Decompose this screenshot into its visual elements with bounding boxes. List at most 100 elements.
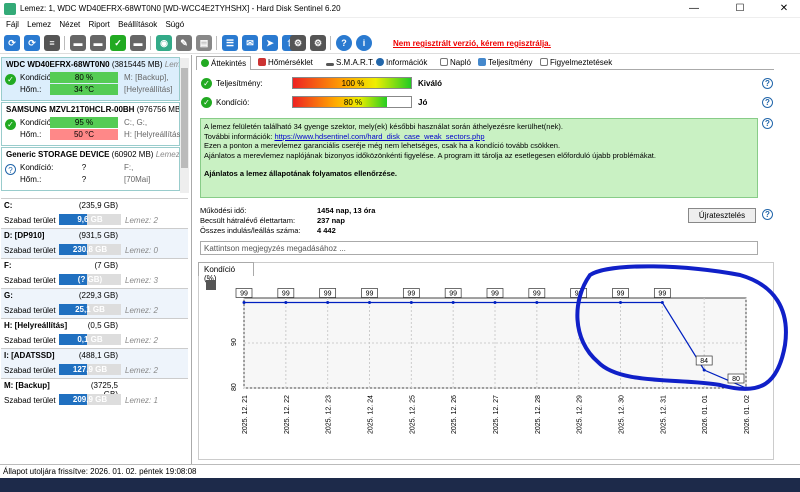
close-button[interactable]: ✕ — [772, 2, 796, 16]
menu-report[interactable]: Riport — [89, 18, 110, 32]
disk-test-icon[interactable]: ▬ — [130, 35, 146, 51]
tab-smart[interactable]: S.M.A.R.T. — [322, 56, 378, 70]
partition-size: (235,9 GB) — [78, 201, 118, 210]
menu-view[interactable]: Nézet — [59, 18, 80, 32]
condition-value: ? — [81, 163, 87, 172]
window-title: Lemez: 1, WDC WD40EFRX-68WT0N0 [WD-WCC4E… — [20, 4, 341, 13]
settings-icon[interactable]: ⚙ — [310, 35, 326, 51]
condition-label: Kondíció: — [216, 98, 250, 107]
menu-settings[interactable]: Beállítások — [118, 18, 157, 32]
menu-help[interactable]: Súgó — [165, 18, 184, 32]
tab-bar: Áttekintés Hőmérséklet S.M.A.R.T. Inform… — [196, 56, 774, 70]
x-tick-label: 2026. 01. 01 — [702, 395, 709, 434]
menu-disk[interactable]: Lemez — [27, 18, 51, 32]
disk-item[interactable]: WDC WD40EFRX-68WT0N0 (3815445 MB) Lem ✓ … — [1, 57, 180, 101]
info-line: További információk: https://www.hdsenti… — [204, 131, 485, 141]
free-space-bar: 25,1 GB — [59, 304, 121, 315]
tab-temperature[interactable]: Hőmérséklet — [254, 56, 317, 70]
partition-item[interactable]: G: (229,3 GB) Szabad terület 25,1 GB Lem… — [1, 288, 188, 318]
data-point — [577, 301, 581, 304]
help-icon[interactable]: ? — [762, 118, 773, 129]
performance-rating: Kiváló — [418, 79, 443, 88]
comment-input[interactable]: Kattintson megjegyzés megadásához ... — [200, 241, 758, 255]
printer-icon[interactable]: ▤ — [196, 35, 212, 51]
data-point — [744, 386, 748, 390]
dash-icon — [326, 63, 334, 66]
help-icon[interactable]: ? — [762, 209, 773, 220]
temp-value: 34 °C — [50, 84, 118, 95]
data-point — [409, 301, 413, 304]
gear-icon[interactable]: ⚙ — [290, 35, 306, 51]
data-point — [535, 301, 539, 304]
disk-check-icon[interactable]: ▬ — [90, 35, 106, 51]
tab-information[interactable]: Információk — [372, 56, 431, 70]
report-icon[interactable]: ☰ — [222, 35, 238, 51]
registration-notice[interactable]: Nem regisztrált verzió, kérem regisztrál… — [393, 39, 551, 48]
toolbar-separator — [216, 36, 217, 50]
free-space-label: Szabad terület — [4, 306, 56, 315]
free-space-bar: 0,1 GB — [59, 334, 121, 345]
retest-button[interactable]: Újratesztelés — [688, 208, 756, 223]
temp-value: 50 °C — [50, 129, 118, 140]
partition-name: C: — [4, 201, 13, 210]
partition-item[interactable]: H: [Helyreállítás] (0,5 GB) Szabad terül… — [1, 318, 188, 348]
minimize-button[interactable]: — — [682, 2, 706, 16]
toolbar-separator — [330, 36, 331, 50]
info-link[interactable]: https://www.hdsentinel.com/hard_disk_cas… — [274, 132, 484, 141]
partition-disk: Lemez: 2 — [125, 306, 158, 315]
free-space-value: 127,9 GB — [72, 365, 108, 374]
disk-list-scrollbar[interactable] — [180, 58, 189, 193]
x-tick-label: 2026. 01. 02 — [744, 395, 751, 434]
data-label: 99 — [575, 291, 583, 298]
data-label: 99 — [240, 291, 248, 298]
send-icon[interactable]: ➤ — [262, 35, 278, 51]
tab-log[interactable]: Napló — [436, 56, 475, 70]
partition-item[interactable]: C: (235,9 GB) Szabad terület 9,6 GB Leme… — [1, 198, 188, 228]
info-icon[interactable]: i — [356, 35, 372, 51]
chart-tab[interactable]: Kondíció (%) — [198, 262, 254, 283]
help-icon[interactable]: ? — [336, 35, 352, 51]
maximize-button[interactable]: ☐ — [728, 2, 752, 16]
save-icon[interactable] — [206, 280, 216, 290]
help-icon[interactable]: ? — [762, 97, 773, 108]
tools-icon[interactable]: ✎ — [176, 35, 192, 51]
free-space-value: 25,1 GB — [75, 305, 105, 314]
title-bar: Lemez: 1, WDC WD40EFRX-68WT0N0 [WD-WCC4E… — [0, 0, 800, 18]
tab-performance[interactable]: Teljesítmény — [474, 56, 536, 70]
globe-icon[interactable]: ◉ — [156, 35, 172, 51]
disk-icon[interactable]: ▬ — [70, 35, 86, 51]
x-tick-label: 2025. 12. 25 — [409, 395, 416, 434]
partition-size: (0,5 GB) — [87, 321, 118, 330]
partition-item[interactable]: F: (7 GB) Szabad terület (? GB) Lemez: 3 — [1, 258, 188, 288]
info-recommendation: Ajánlatos a lemez állapotának folyamatos… — [204, 169, 397, 178]
data-point — [326, 301, 330, 304]
tab-alerts[interactable]: Figyelmeztetések — [536, 56, 616, 70]
mail-icon[interactable]: ✉ — [242, 35, 258, 51]
free-space-bar: (? GB) — [59, 274, 121, 285]
partition-item[interactable]: D: [DP910] (931,5 GB) Szabad terület 230… — [1, 228, 188, 258]
free-space-value: 9,6 GB — [77, 215, 103, 224]
disk-item[interactable]: SAMSUNG MZVL21T0HCLR-00BH (976756 MB ✓ K… — [1, 102, 180, 146]
disk-ok-icon[interactable]: ✓ — [110, 35, 126, 51]
partition-disk: Lemez: 2 — [125, 216, 158, 225]
free-space-bar: 230,8 GB — [59, 244, 121, 255]
free-space-label: Szabad terület — [4, 396, 56, 405]
info-icon — [376, 58, 384, 66]
partition-item[interactable]: I: [ADATSSD] (488,1 GB) Szabad terület 1… — [1, 348, 188, 378]
check-icon: ✓ — [201, 78, 212, 89]
partition-size: (229,3 GB) — [78, 291, 118, 300]
condition-ext: M: [Backup], — [124, 73, 169, 82]
scrollbar-thumb[interactable] — [181, 68, 188, 168]
free-space-label: Szabad terület — [4, 336, 56, 345]
list-icon[interactable]: ≡ — [44, 35, 60, 51]
refresh-all-icon[interactable]: ⟳ — [24, 35, 40, 51]
refresh-icon[interactable]: ⟳ — [4, 35, 20, 51]
menu-file[interactable]: Fájl — [6, 18, 19, 32]
disk-item[interactable]: Generic STORAGE DEVICE (60902 MB) Lemez … — [1, 147, 180, 191]
menu-bar: Fájl Lemez Nézet Riport Beállítások Súgó — [0, 18, 800, 32]
x-tick-label: 2025. 12. 24 — [368, 395, 375, 434]
condition-row: ✓ Kondíció: 80 % Jó — [200, 96, 760, 110]
help-icon[interactable]: ? — [762, 78, 773, 89]
partition-item[interactable]: M: [Backup] (3725,5 GB) Szabad terület 2… — [1, 378, 188, 408]
tab-overview[interactable]: Áttekintés — [196, 56, 252, 70]
